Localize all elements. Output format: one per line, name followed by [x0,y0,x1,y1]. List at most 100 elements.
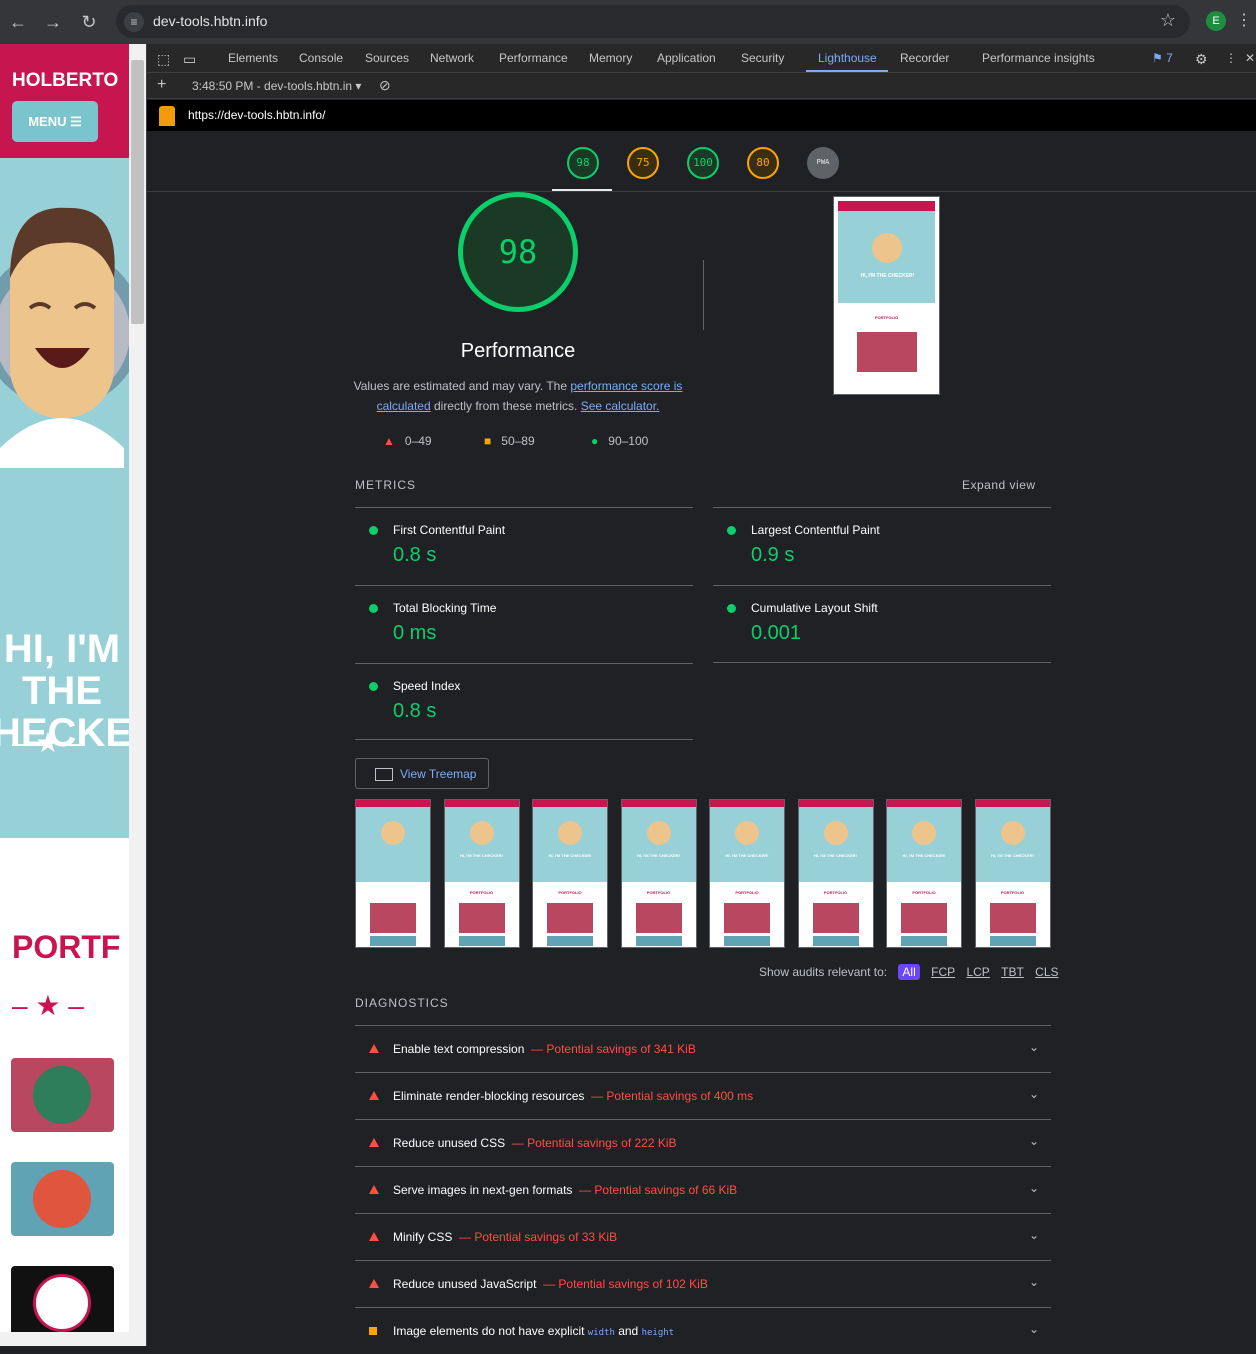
chevron-down-icon[interactable]: ⌄ [1029,1087,1039,1101]
chevron-down-icon[interactable]: ⌄ [1029,1134,1039,1148]
tab-memory[interactable]: Memory [589,51,632,65]
metric-speed-index: Speed Index 0.8 s [355,663,693,740]
chevron-down-icon[interactable]: ⌄ [1029,1275,1039,1289]
address-text[interactable]: dev-tools.hbtn.info [153,13,267,29]
filmstrip-frame: HI, I'M THE CHECKER! PORTFOLIO [797,799,874,948]
chevron-down-icon[interactable]: ⌄ [1029,1228,1039,1242]
clear-reports-icon[interactable]: ⊘ [379,77,391,94]
forward-icon[interactable]: → [41,10,65,34]
back-icon[interactable]: ← [6,10,30,34]
pass-dot [727,604,736,613]
audit-minify-css[interactable]: Minify CSS — Potential savings of 33 KiB… [355,1213,1051,1260]
gauge-best-practices[interactable]: 100 [687,147,719,179]
metrics-heading: METRICS [355,478,416,492]
new-report-plus-icon[interactable]: + [157,76,166,94]
web-page-viewport: HOLBERTO MENU ☰ HI, I'M THE HECKE – ★ – … [0,44,129,1346]
browser-menu-icon[interactable]: ⋮ [1236,10,1252,30]
avatar-illustration [0,207,129,468]
metric-lcp: Largest Contentful Paint 0.9 s [713,507,1051,584]
reload-icon[interactable]: ↻ [77,10,101,34]
expand-view-toggle[interactable]: Expand view [962,478,1036,492]
tab-performance[interactable]: Performance [499,51,568,65]
address-bar[interactable]: ≡ dev-tools.hbtn.info ☆ [116,5,1190,38]
fail-triangle-icon [369,1138,379,1147]
gauge-accessibility[interactable]: 75 [627,147,659,179]
bookmark-star-icon[interactable]: ☆ [1160,10,1176,31]
portfolio-item-cake[interactable] [11,1162,114,1236]
profile-avatar[interactable]: E [1206,11,1226,31]
audit-text-compression[interactable]: Enable text compression — Potential savi… [355,1025,1051,1072]
tab-lighthouse[interactable]: Lighthouse [818,51,877,65]
tab-network[interactable]: Network [430,51,474,65]
portfolio-item-cabin[interactable] [11,1058,114,1132]
final-screenshot[interactable]: HI, I'M THE CHECKER! PORTFOLIO [833,196,940,395]
tab-performance-insights[interactable]: Performance insights [982,51,1095,65]
settings-gear-icon[interactable]: ⚙ [1195,51,1208,68]
portfolio-item-circus[interactable] [11,1266,114,1340]
treemap-icon [375,768,393,781]
page-horizontal-scrollbar[interactable] [0,1332,129,1346]
view-treemap-button[interactable]: View Treemap [355,758,489,789]
filmstrip-frame: HI, I'M THE CHECKER! PORTFOLIO [974,799,1051,948]
portfolio-heading: PORTF [12,929,121,965]
metric-cls: Cumulative Layout Shift 0.001 [713,585,1051,662]
tab-console[interactable]: Console [299,51,343,65]
fail-triangle-icon [369,1185,379,1194]
legend-pass: ● 90–100 [591,434,649,448]
issues-badge[interactable]: ⚑ 7 [1152,51,1173,65]
gauge-pwa[interactable]: PWA [807,147,839,179]
active-tab-indicator [806,70,888,72]
audit-unused-css[interactable]: Reduce unused CSS — Potential savings of… [355,1119,1051,1166]
site-info-icon[interactable]: ≡ [124,12,144,32]
audit-render-blocking[interactable]: Eliminate render-blocking resources — Po… [355,1072,1051,1119]
pass-dot [369,604,378,613]
fail-triangle-icon [369,1232,379,1241]
pass-dot [727,526,736,535]
tab-recorder[interactable]: Recorder [900,51,949,65]
fail-triangle-icon [369,1044,379,1053]
fail-triangle-icon [369,1091,379,1100]
filter-lcp[interactable]: LCP [966,965,989,979]
devtools-more-icon[interactable]: ⋮ [1225,51,1237,65]
filter-all[interactable]: All [898,964,920,980]
tab-application[interactable]: Application [657,51,716,65]
filter-fcp[interactable]: FCP [931,965,955,979]
filter-cls[interactable]: CLS [1035,965,1058,979]
performance-description: Values are estimated and may vary. The p… [353,379,683,413]
metrics-divider [713,662,1051,663]
filmstrip-frame [355,799,431,948]
site-brand[interactable]: HOLBERTO [12,70,118,92]
metric-fcp: First Contentful Paint 0.8 s [355,507,693,584]
chevron-down-icon[interactable]: ⌄ [1029,1040,1039,1054]
gauge-seo[interactable]: 80 [747,147,779,179]
average-square-icon [369,1327,377,1335]
page-scrollbar-thumb[interactable] [131,60,144,324]
audit-image-dimensions[interactable]: Image elements do not have explicit widt… [355,1307,1051,1354]
menu-button[interactable]: MENU ☰ [12,101,98,142]
legend-average: ■ 50–89 [484,434,535,448]
chevron-down-icon[interactable]: ⌄ [1029,1181,1039,1195]
tab-security[interactable]: Security [741,51,784,65]
device-toggle-icon[interactable]: ▭ [183,51,196,68]
tab-elements[interactable]: Elements [228,51,278,65]
see-calculator-link[interactable]: See calculator. [581,399,660,413]
score-gauges-bar: 98 75 100 80 PWA [147,131,1256,192]
hero-section: HI, I'M THE HECKE – ★ – [0,158,129,838]
close-devtools-icon[interactable]: ✕ [1245,51,1255,65]
inspect-element-icon[interactable]: ⬚ [157,51,170,68]
lighthouse-logo-icon [159,106,175,126]
audited-url[interactable]: https://dev-tools.hbtn.info/ [188,108,325,122]
audit-filter: Show audits relevant to: All FCP LCP TBT… [759,964,1059,980]
gauge-performance[interactable]: 98 [567,147,599,179]
filter-tbt[interactable]: TBT [1001,965,1024,979]
lighthouse-url-bar: https://dev-tools.hbtn.info/ [147,100,1256,131]
filmstrip-frame: HI, I'M THE CHECKER! PORTFOLIO [709,799,785,948]
chevron-down-icon[interactable]: ⌄ [1029,1322,1039,1336]
hero-star-divider: – ★ – [12,727,84,758]
report-selector[interactable]: 3:48:50 PM - dev-tools.hbtn.in ▾ [192,79,361,93]
pass-dot [369,682,378,691]
audit-unused-javascript[interactable]: Reduce unused JavaScript — Potential sav… [355,1260,1051,1307]
legend-fail: ▲ 0–49 [383,434,432,448]
audit-next-gen-images[interactable]: Serve images in next-gen formats — Poten… [355,1166,1051,1213]
tab-sources[interactable]: Sources [365,51,409,65]
